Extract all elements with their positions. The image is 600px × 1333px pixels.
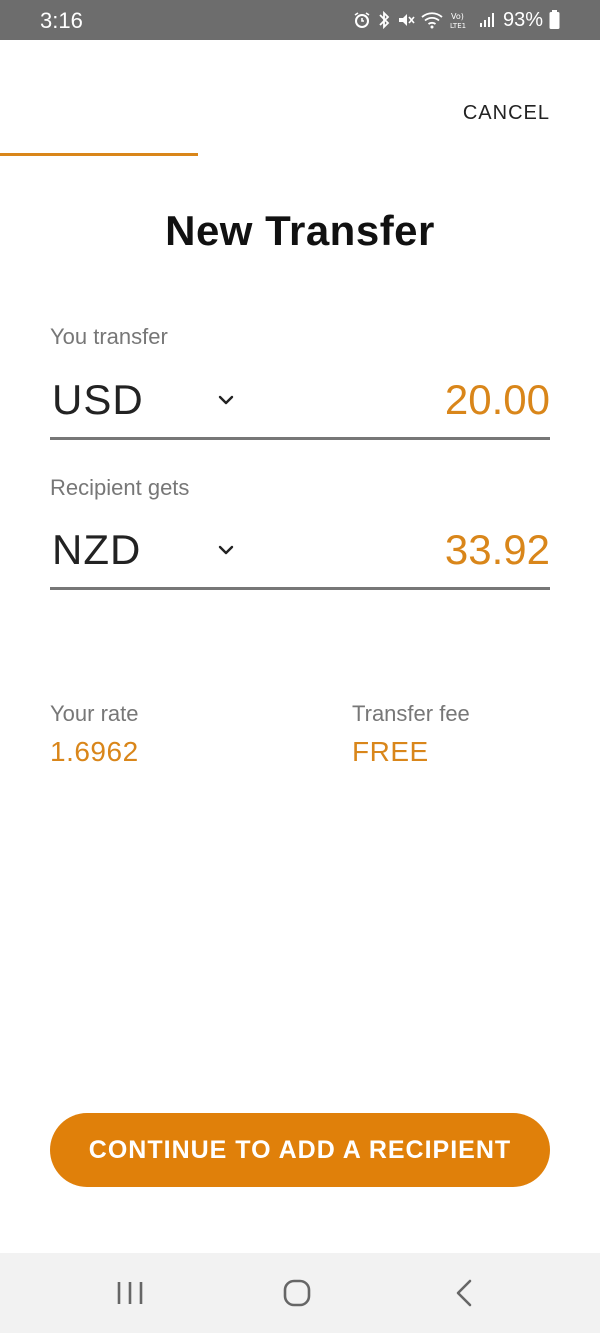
receive-label: Recipient gets: [50, 475, 190, 500]
cancel-button[interactable]: CANCEL: [463, 102, 550, 125]
chevron-down-icon[interactable]: [216, 390, 236, 410]
progress-bar: [0, 153, 600, 156]
receive-amount-input[interactable]: 33.92: [445, 526, 550, 574]
mute-icon: [397, 11, 415, 29]
receive-currency-selector[interactable]: NZD: [52, 526, 141, 574]
send-amount-underline: [50, 437, 550, 440]
battery-percentage: 93%: [502, 8, 543, 31]
back-icon[interactable]: [444, 1275, 484, 1311]
receive-amount-row: NZD 33.92: [50, 520, 550, 584]
wifi-icon: [421, 11, 443, 29]
status-icons: Vo) LTE1 93%: [353, 6, 560, 34]
fee-value: FREE: [352, 736, 429, 767]
chevron-down-icon[interactable]: [216, 540, 236, 560]
svg-text:Vo): Vo): [451, 12, 464, 21]
volte-icon: Vo) LTE1: [449, 10, 473, 30]
progress-fill: [0, 153, 198, 156]
navigation-bar: [0, 1253, 600, 1333]
fee-label: Transfer fee: [352, 701, 470, 726]
status-bar: 3:16 Vo) LTE1 93%: [0, 0, 600, 40]
send-currency-selector[interactable]: USD: [52, 376, 144, 424]
send-amount-input[interactable]: 20.00: [445, 376, 550, 424]
rate-value: 1.6962: [50, 736, 139, 767]
battery-icon: [549, 10, 560, 30]
bluetooth-icon: [377, 10, 391, 30]
receive-amount-underline: [50, 587, 550, 590]
status-time: 3:16: [40, 8, 83, 33]
send-amount-row: USD 20.00: [50, 370, 550, 434]
signal-icon: [479, 12, 495, 28]
svg-text:LTE1: LTE1: [450, 22, 466, 30]
send-label: You transfer: [50, 324, 168, 349]
continue-button[interactable]: CONTINUE TO ADD A RECIPIENT: [50, 1113, 550, 1187]
home-icon[interactable]: [277, 1275, 317, 1311]
recent-apps-icon[interactable]: [110, 1275, 150, 1311]
rate-label: Your rate: [50, 701, 139, 726]
page-title: New Transfer: [165, 207, 435, 254]
alarm-icon: [353, 11, 371, 29]
